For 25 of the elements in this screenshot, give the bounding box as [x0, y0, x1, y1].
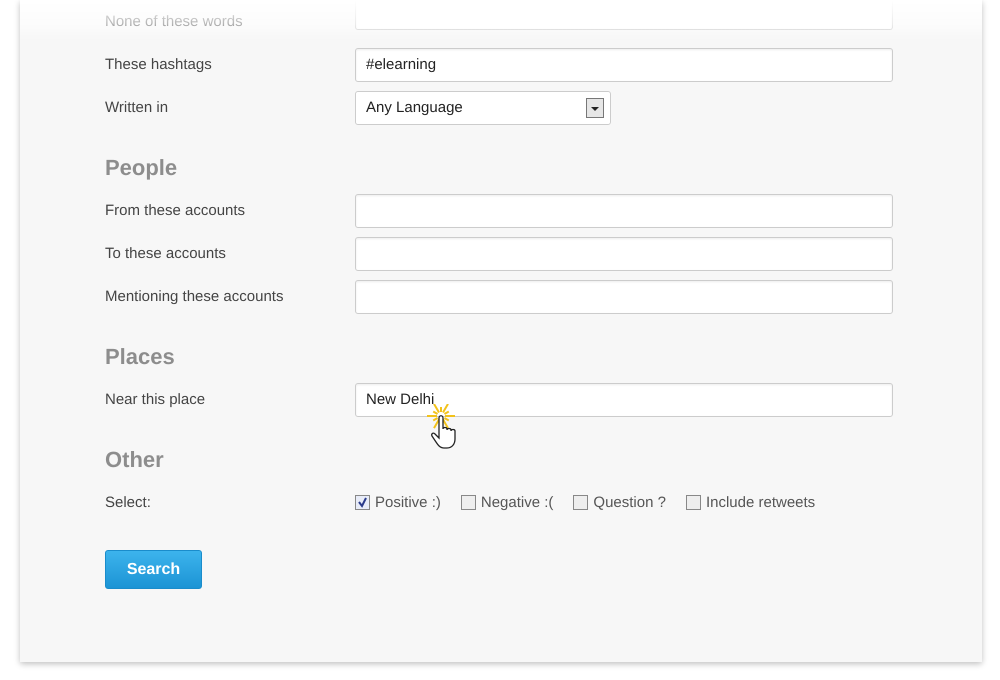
input-field[interactable]: #elearning: [355, 48, 893, 82]
section-heading: People: [105, 155, 178, 181]
input-field[interactable]: [355, 194, 893, 228]
checkbox-option[interactable]: Question ?: [573, 494, 666, 511]
field-label: From these accounts: [105, 202, 246, 219]
section-heading: Other: [105, 447, 165, 473]
field-label: Near this place: [105, 391, 206, 408]
field-label: Written in: [105, 99, 170, 116]
field-label: None of these words: [105, 13, 244, 30]
input-field[interactable]: [355, 236, 893, 270]
field-label: To these accounts: [105, 245, 227, 262]
field-label: Select:: [105, 494, 152, 511]
language-dropdown[interactable]: Any Language: [355, 90, 611, 124]
checkbox[interactable]: [686, 495, 701, 510]
checkbox-option[interactable]: Positive :): [355, 494, 441, 511]
checkbox[interactable]: [573, 495, 588, 510]
field-label: Mentioning these accounts: [105, 288, 284, 305]
input-field[interactable]: New Delhi: [355, 382, 893, 416]
checkbox-option[interactable]: Include retweets: [686, 494, 816, 511]
checkbox[interactable]: [460, 495, 476, 510]
field-label: These hashtags: [105, 56, 213, 73]
input-field[interactable]: [355, 280, 893, 314]
checkbox[interactable]: [355, 495, 370, 510]
checkbox-option[interactable]: Negative :(: [460, 494, 554, 511]
section-heading: Places: [105, 344, 176, 370]
